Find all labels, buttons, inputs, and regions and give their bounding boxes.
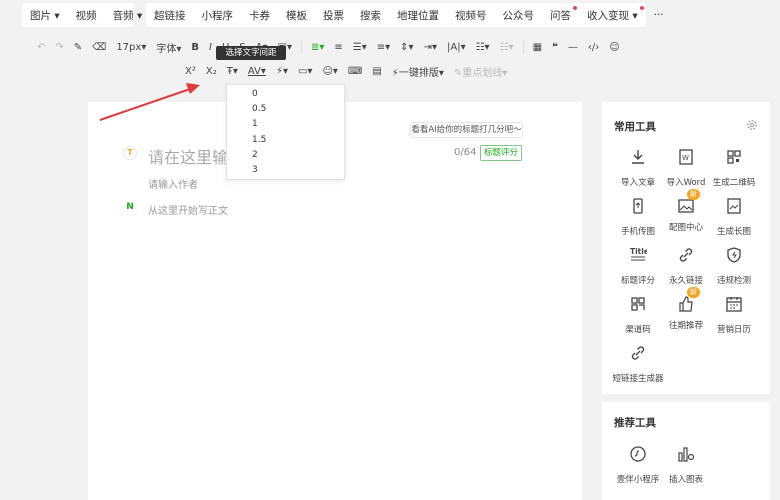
svg-text:W: W [682,154,689,162]
phone-upload-icon [633,198,643,214]
tool-mini-program[interactable]: 壹伴小程序 [612,445,664,485]
tool-channel-code[interactable]: 渠道码 [612,295,664,335]
channel-code-icon [631,297,645,311]
tool-label: 插入图表 [668,475,703,485]
chart-icon [678,447,695,462]
mini-program-icon [630,446,646,462]
tool-label: 永久链接 [668,276,703,286]
tool-label: 违规检测 [716,276,751,286]
tool-label: 营销日历 [716,325,751,335]
tool-label: 导入Word [666,178,706,188]
tool-label: 生成长图 [716,227,751,237]
tool-import-article[interactable]: 导入文章 [612,148,664,188]
tool-label: 往期推荐 [668,321,703,331]
title-score-icon: Title [630,247,649,261]
shield-icon [727,247,741,263]
tool-permanent-link[interactable]: 永久链接 [660,246,712,286]
tools-panel: 常用工具 导入文章 W 导入Word 生成二维码 手机传图 新 配图中心 生成长… [602,102,770,500]
tool-violation-check[interactable]: 违规检测 [708,246,760,286]
new-badge: 新 [687,189,700,200]
tool-label: 配图中心 [668,223,703,233]
word-icon: W [679,149,693,165]
calendar-icon [726,297,742,312]
tool-marketing-calendar[interactable]: 营销日历 [708,295,760,335]
tool-label: 短链接生成器 [612,374,664,384]
tool-image-center[interactable]: 新 配图中心 [660,189,712,233]
recommended-tools-title: 推荐工具 [614,417,656,429]
gear-icon[interactable] [746,119,758,131]
link-icon [679,248,693,262]
tool-past-recommend[interactable]: 新 往期推荐 [660,287,712,331]
tool-import-word[interactable]: W 导入Word [660,148,712,188]
tool-label: 标题评分 [620,276,655,286]
tool-title-score[interactable]: Title 标题评分 [612,246,664,286]
tool-label: 手机传图 [620,227,655,237]
tool-label: 渠道码 [625,325,651,335]
common-tools-title: 常用工具 [614,121,656,133]
long-image-icon [727,198,741,214]
import-icon [632,150,644,164]
panel-divider [602,394,770,402]
tool-long-image[interactable]: 生成长图 [708,197,760,237]
tool-short-link[interactable]: 短链接生成器 [612,344,664,384]
svg-text:Title: Title [630,247,647,256]
tool-qrcode[interactable]: 生成二维码 [708,148,760,188]
qrcode-icon [727,150,741,164]
short-link-icon [631,346,645,360]
tool-label: 壹伴小程序 [616,475,660,485]
tool-label: 导入文章 [620,178,655,188]
new-badge: 新 [687,287,700,298]
tool-insert-chart[interactable]: 插入图表 [660,445,712,485]
tool-label: 生成二维码 [712,178,756,188]
tool-phone-upload[interactable]: 手机传图 [612,197,664,237]
